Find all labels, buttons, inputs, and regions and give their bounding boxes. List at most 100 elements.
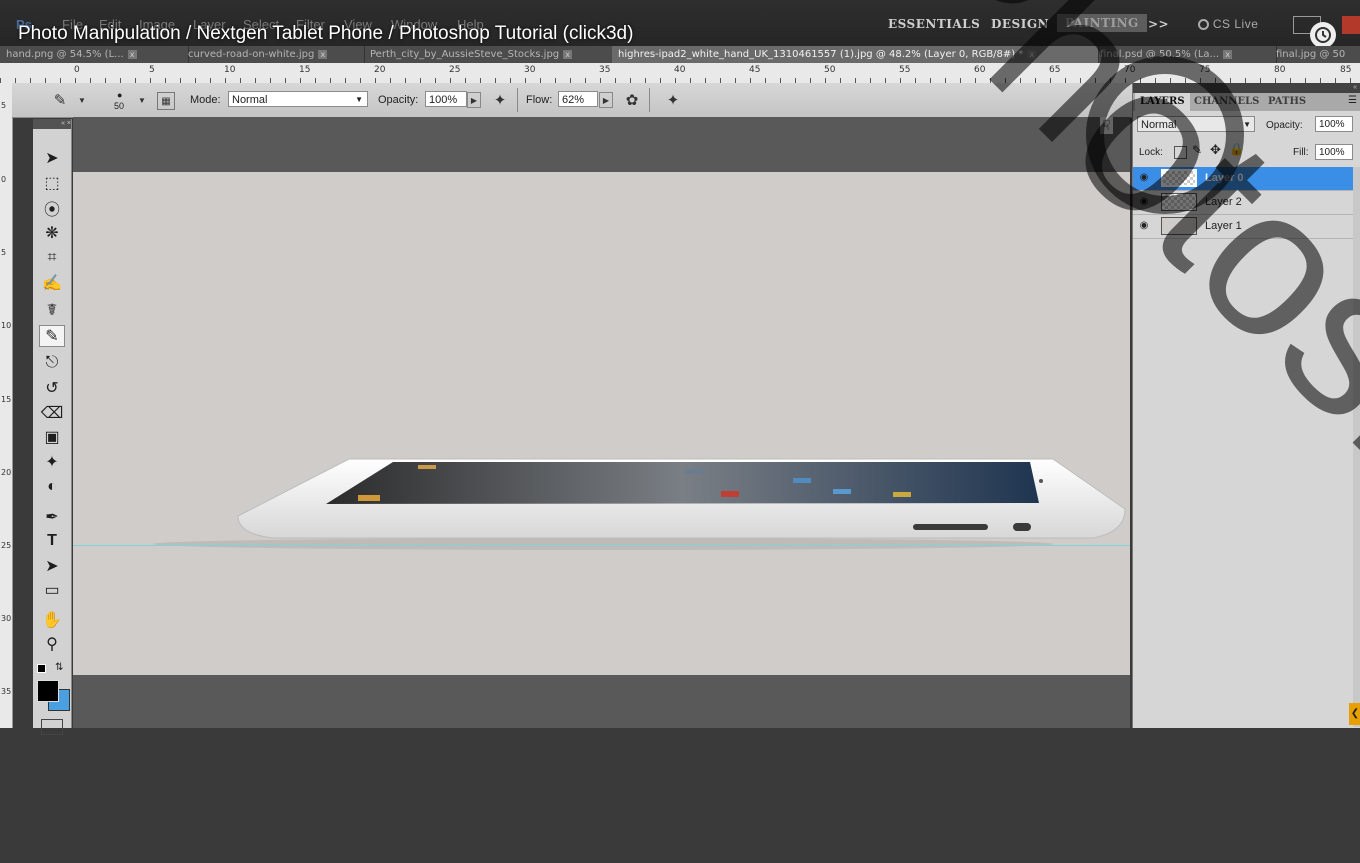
chevron-down-icon: ▼ bbox=[1243, 120, 1251, 129]
panel-menu-icon[interactable]: ☰ bbox=[1348, 95, 1357, 106]
options-bar: ✎ ▼ ● 50 ▼ ▦ Mode: Normal ▼ Opacity: 100… bbox=[12, 83, 1132, 118]
close-icon[interactable]: x bbox=[563, 49, 573, 59]
path-select-tool-icon[interactable]: ➤ bbox=[39, 555, 65, 577]
layer-thumbnail bbox=[1161, 217, 1197, 235]
foreground-color-swatch[interactable] bbox=[37, 680, 59, 702]
opacity-input[interactable]: 100% bbox=[425, 91, 467, 107]
hand-tool-icon[interactable]: ✋ bbox=[39, 609, 65, 631]
workspace-more-button[interactable]: >> bbox=[1148, 17, 1169, 31]
pressure-opacity-icon[interactable]: ✦ bbox=[490, 90, 510, 110]
shape-tool-icon[interactable]: ▭ bbox=[39, 579, 65, 601]
eye-icon[interactable]: ◉ bbox=[1137, 196, 1151, 208]
document-canvas[interactable] bbox=[73, 172, 1130, 675]
layer-name[interactable]: Layer 0 bbox=[1205, 172, 1244, 184]
eyedropper-tool-icon[interactable]: ✍ bbox=[39, 272, 65, 294]
close-icon[interactable]: x bbox=[1027, 49, 1037, 59]
video-title: Photo Manipulation / Nextgen Tablet Phon… bbox=[18, 23, 634, 44]
ruler-label: 10 bbox=[224, 65, 236, 75]
layer-opacity-label: Opacity: bbox=[1266, 120, 1303, 131]
tab-paths[interactable]: PATHS bbox=[1263, 93, 1311, 111]
horizontal-guide[interactable] bbox=[73, 545, 1130, 546]
layer-row[interactable]: ◉ Layer 0 bbox=[1133, 167, 1360, 191]
panel-scrollbar[interactable] bbox=[1353, 167, 1360, 727]
opacity-slider-icon[interactable]: ▶ bbox=[467, 92, 481, 108]
opacity-value: 100% bbox=[429, 94, 458, 106]
mode-label: Mode: bbox=[190, 94, 221, 106]
clone-stamp-tool-icon[interactable]: ⎋ bbox=[39, 352, 65, 374]
quick-mask-icon[interactable] bbox=[41, 719, 63, 735]
healing-brush-tool-icon[interactable]: ☤ bbox=[39, 299, 65, 321]
workspace-design[interactable]: DESIGN bbox=[991, 17, 1049, 31]
default-colors-icon[interactable] bbox=[37, 664, 46, 673]
brush-cursor-icon: ☟ bbox=[1100, 117, 1113, 134]
marquee-tool-icon[interactable]: ⬚ bbox=[39, 172, 65, 194]
ruler-label: 65 bbox=[1049, 65, 1061, 75]
workspace-essentials[interactable]: ESSENTIALS bbox=[888, 17, 980, 31]
close-icon[interactable]: x bbox=[127, 49, 137, 59]
close-icon[interactable]: x bbox=[1223, 49, 1233, 59]
eye-icon[interactable]: ◉ bbox=[1137, 220, 1151, 232]
doc-tab[interactable]: Perth_city_by_AussieSteve_Stocks.jpg x bbox=[364, 46, 617, 63]
dropdown-arrow-icon[interactable]: ▼ bbox=[132, 90, 152, 110]
layer-opacity-value: 100% bbox=[1319, 119, 1345, 130]
history-brush-tool-icon[interactable]: ↺ bbox=[39, 377, 65, 399]
doc-tab[interactable]: curved-road-on-white.jpg x bbox=[182, 46, 365, 63]
toolbox-header[interactable]: « × bbox=[33, 119, 71, 129]
layer-row[interactable]: ◉ Layer 2 bbox=[1133, 191, 1360, 215]
dodge-tool-icon[interactable]: ◐ bbox=[39, 476, 65, 498]
lasso-tool-icon[interactable]: ⦿ bbox=[39, 197, 65, 219]
eye-icon[interactable]: ◉ bbox=[1137, 172, 1151, 184]
expand-panel-icon[interactable]: ❮ bbox=[1349, 703, 1360, 725]
doc-tab[interactable]: hand.png @ 54.5% (L... x bbox=[0, 46, 189, 63]
fill-label: Fill: bbox=[1293, 147, 1309, 158]
lock-transparent-icon[interactable] bbox=[1174, 146, 1187, 159]
panel-collapse-icon[interactable]: « bbox=[1133, 83, 1360, 93]
lock-all-icon[interactable]: 🔒 bbox=[1229, 142, 1244, 156]
type-tool-icon[interactable]: T bbox=[39, 530, 65, 552]
doc-tab-active[interactable]: highres-ipad2_white_hand_UK_1310461557 (… bbox=[612, 46, 1099, 63]
horizontal-ruler: 0 5 10 15 20 25 30 35 40 45 50 55 60 65 … bbox=[0, 63, 1360, 84]
dropdown-arrow-icon[interactable]: ▼ bbox=[72, 90, 92, 110]
fill-input[interactable]: 100% bbox=[1315, 144, 1353, 160]
swap-colors-icon[interactable]: ⇅ bbox=[55, 662, 63, 673]
flow-input[interactable]: 62% bbox=[558, 91, 598, 107]
ruler-label: 30 bbox=[524, 65, 536, 75]
close-icon[interactable]: x bbox=[318, 49, 328, 59]
airbrush-icon[interactable]: ✿ bbox=[622, 90, 642, 110]
brush-preset-icon[interactable]: ✎ bbox=[50, 90, 70, 110]
gradient-tool-icon[interactable]: ▣ bbox=[39, 426, 65, 448]
blur-tool-icon[interactable]: ✦ bbox=[39, 451, 65, 473]
quick-select-tool-icon[interactable]: ❋ bbox=[39, 222, 65, 244]
doc-tab[interactable]: final.jpg @ 50 bbox=[1270, 46, 1360, 63]
brush-panel-toggle-icon[interactable]: ▦ bbox=[157, 92, 175, 110]
move-tool-icon[interactable]: ➤ bbox=[39, 147, 65, 169]
ruler-label: 20 bbox=[1, 468, 12, 477]
zoom-tool-icon[interactable]: ⚲ bbox=[39, 633, 65, 655]
lock-image-icon[interactable]: ✎ bbox=[1192, 143, 1202, 157]
pressure-size-icon[interactable]: ✦ bbox=[663, 90, 683, 110]
vertical-ruler: 5 0 5 10 15 20 25 30 35 bbox=[0, 83, 13, 728]
tab-layers[interactable]: LAYERS bbox=[1135, 93, 1190, 111]
layer-opacity-input[interactable]: 100% bbox=[1315, 116, 1353, 132]
eraser-tool-icon[interactable]: ⌫ bbox=[39, 402, 65, 424]
crop-tool-icon[interactable]: ⌗ bbox=[39, 247, 65, 269]
flow-slider-icon[interactable]: ▶ bbox=[599, 92, 613, 108]
workspace-painting[interactable]: PAINTING bbox=[1057, 14, 1147, 32]
watch-later-icon[interactable] bbox=[1310, 22, 1336, 48]
cs-live-icon bbox=[1198, 19, 1209, 31]
pen-tool-icon[interactable]: ✒ bbox=[39, 506, 65, 528]
toolbox: « × ➤ ⬚ ⦿ ❋ ⌗ ✍ ☤ ✎ ⎋ ↺ ⌫ ▣ ✦ ◐ ✒ T ➤ ▭ … bbox=[33, 119, 72, 735]
close-window-icon[interactable] bbox=[1342, 16, 1360, 34]
tab-channels[interactable]: CHANNELS bbox=[1189, 93, 1264, 111]
layer-name[interactable]: Layer 2 bbox=[1205, 196, 1242, 208]
layer-row[interactable]: ◉ Layer 1 bbox=[1133, 215, 1360, 239]
brush-tool-icon[interactable]: ✎ bbox=[39, 325, 65, 347]
blend-mode-value: Normal bbox=[1141, 119, 1177, 131]
doc-tab-label: final.psd @ 50.5% (La... bbox=[1100, 49, 1220, 60]
ruler-label: 35 bbox=[599, 65, 611, 75]
cs-live-button[interactable]: CS Live bbox=[1198, 17, 1258, 31]
blend-mode-select[interactable]: Normal ▼ bbox=[1137, 116, 1255, 132]
lock-position-icon[interactable]: ✥ bbox=[1210, 142, 1221, 158]
mode-select[interactable]: Normal ▼ bbox=[228, 91, 368, 107]
doc-tab[interactable]: final.psd @ 50.5% (La... x bbox=[1094, 46, 1277, 63]
